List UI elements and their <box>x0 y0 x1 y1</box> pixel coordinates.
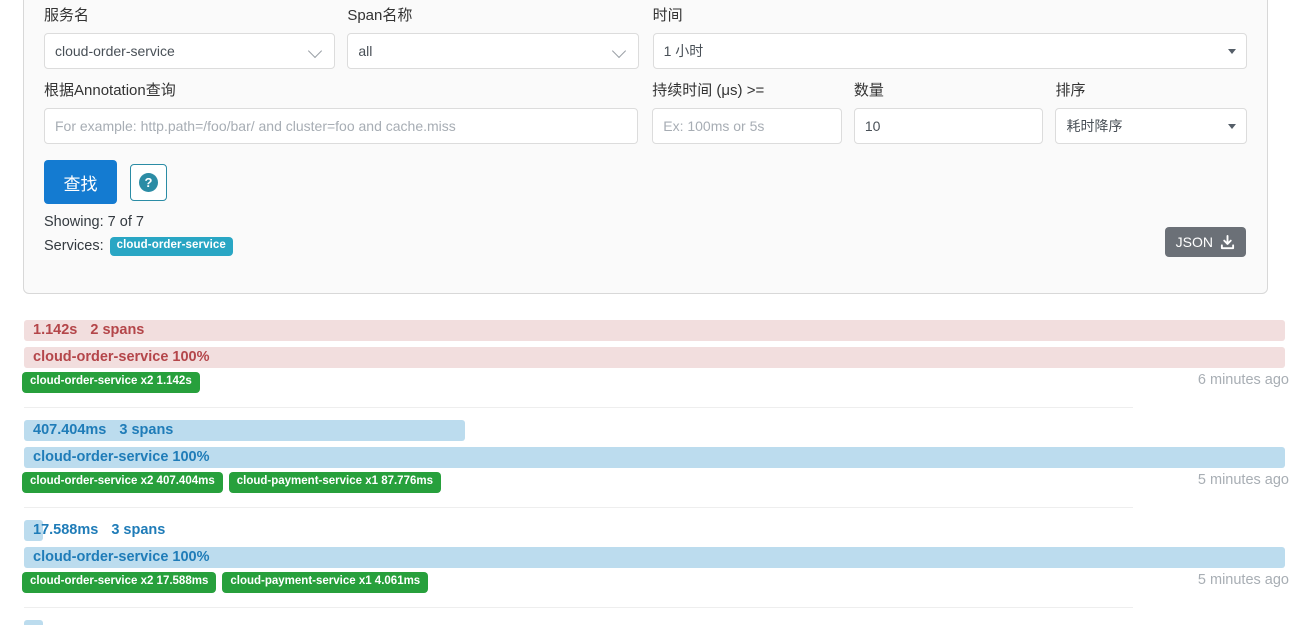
trace-duration-value: 17.588ms <box>33 522 99 538</box>
time-range-label: 时间 <box>652 7 683 24</box>
json-button-label: JSON <box>1175 234 1213 250</box>
trace-results-list: 1.142s 2 spans cloud-order-service 100% clo… <box>0 314 1291 625</box>
service-name-field: 服务名 cloud-order-service <box>44 7 336 69</box>
span-name-value: all <box>358 43 373 59</box>
trace-service-badges: cloud-order-service x2 1.142s <box>22 372 200 393</box>
trace-result-row[interactable] <box>0 614 1291 625</box>
trace-duration-label: 17.588ms 3 spans <box>33 520 165 541</box>
trace-service-badges: cloud-order-service x2 17.588ms cloud-pay… <box>22 572 429 593</box>
trace-service-badge[interactable]: cloud-order-service x2 1.142s <box>22 372 200 393</box>
trace-timestamp: 5 minutes ago <box>1197 472 1289 488</box>
trace-duration-value: 1.142s <box>33 322 78 338</box>
service-name-label: 服务名 <box>44 7 90 24</box>
trace-row-divider <box>24 507 1133 508</box>
trace-timestamp: 6 minutes ago <box>1197 372 1289 388</box>
service-badge[interactable]: cloud-order-service <box>109 237 233 256</box>
time-range-select[interactable]: 1 小时 <box>652 33 1247 69</box>
trace-service-badge[interactable]: cloud-order-service x2 407.404ms <box>22 472 223 493</box>
trace-span-count: 2 spans <box>90 322 145 338</box>
result-limit-label: 数量 <box>853 82 884 99</box>
find-traces-button[interactable]: 查找 <box>44 160 117 204</box>
trace-duration-bar <box>24 620 43 625</box>
result-limit-field: 数量 10 <box>853 82 1044 144</box>
trace-span-count: 3 spans <box>111 522 166 538</box>
question-mark-icon: ? <box>139 172 158 192</box>
services-summary: Services: cloud-order-service <box>44 237 1247 256</box>
json-download-button[interactable]: JSON <box>1164 227 1246 257</box>
trace-result-row[interactable]: 1.142s 2 spans cloud-order-service 100% clo… <box>0 314 1291 414</box>
sort-order-field: 排序 耗时降序 <box>1055 82 1248 144</box>
search-row-primary: 服务名 cloud-order-service Span名称 all 时间 1 … <box>44 7 1247 69</box>
trace-result-row[interactable]: 407.404ms 3 spans cloud-order-service 100%… <box>0 414 1291 514</box>
trace-service-summary: cloud-order-service 100% <box>33 349 210 365</box>
trace-span-count: 3 spans <box>119 422 174 438</box>
trace-row-divider <box>24 407 1133 408</box>
result-limit-value: 10 <box>864 118 881 134</box>
chevron-down-icon <box>308 43 324 59</box>
chevron-down-icon <box>612 43 628 59</box>
search-row-secondary: 根据Annotation查询 For example: http.path=/f… <box>44 82 1248 144</box>
trace-row-divider <box>24 607 1133 608</box>
trace-duration-bar <box>24 320 1285 341</box>
trace-service-badges: cloud-order-service x2 407.404ms cloud-pa… <box>22 472 441 493</box>
showing-count: Showing: 7 of 7 <box>44 214 144 230</box>
service-name-select[interactable]: cloud-order-service <box>44 33 336 69</box>
sort-order-value: 耗时降序 <box>1066 118 1123 134</box>
trace-service-bar <box>24 347 1285 368</box>
trace-duration-value: 407.404ms <box>33 422 107 438</box>
annotation-query-label: 根据Annotation查询 <box>44 82 176 99</box>
trace-service-summary: cloud-order-service 100% <box>33 449 210 465</box>
annotation-query-placeholder: For example: http.path=/foo/bar/ and clu… <box>55 118 456 134</box>
search-form-card: 服务名 cloud-order-service Span名称 all 时间 1 … <box>23 0 1268 294</box>
trace-duration-label: 1.142s 2 spans <box>33 320 144 341</box>
trace-service-bar <box>24 447 1285 468</box>
service-name-value: cloud-order-service <box>55 43 175 59</box>
trace-duration-label: 407.404ms 3 spans <box>33 420 173 441</box>
min-duration-input[interactable]: Ex: 100ms or 5s <box>652 108 842 144</box>
time-range-value: 1 小时 <box>663 43 704 59</box>
min-duration-field: 持续时间 (μs) >= Ex: 100ms or 5s <box>652 82 842 144</box>
result-limit-input[interactable]: 10 <box>853 108 1044 144</box>
zipkin-search-page: 服务名 cloud-order-service Span名称 all 时间 1 … <box>0 0 1291 625</box>
caret-down-icon <box>1228 123 1237 129</box>
trace-result-row[interactable]: 17.588ms 3 spans cloud-order-service 100% c… <box>0 514 1291 614</box>
help-button[interactable]: ? <box>130 163 167 201</box>
sort-order-label: 排序 <box>1055 82 1086 99</box>
services-label: Services: <box>44 238 104 254</box>
min-duration-label: 持续时间 (μs) >= <box>652 82 765 99</box>
span-name-select[interactable]: all <box>347 33 639 69</box>
trace-service-badge[interactable]: cloud-payment-service x1 87.776ms <box>228 472 441 493</box>
time-range-field: 时间 1 小时 <box>652 7 1247 69</box>
sort-order-select[interactable]: 耗时降序 <box>1055 108 1248 144</box>
trace-service-summary: cloud-order-service 100% <box>33 549 210 565</box>
trace-service-bar <box>24 547 1285 568</box>
caret-down-icon <box>1227 48 1236 54</box>
trace-service-badge[interactable]: cloud-payment-service x1 4.061ms <box>222 572 429 593</box>
min-duration-placeholder: Ex: 100ms or 5s <box>663 118 765 134</box>
annotation-query-field: 根据Annotation查询 For example: http.path=/f… <box>44 82 639 144</box>
span-name-field: Span名称 all <box>347 7 639 69</box>
search-actions: 查找 ? <box>44 160 1247 204</box>
download-icon <box>1220 234 1235 249</box>
annotation-query-input[interactable]: For example: http.path=/foo/bar/ and clu… <box>44 108 639 144</box>
trace-service-badge[interactable]: cloud-order-service x2 17.588ms <box>22 572 217 593</box>
span-name-label: Span名称 <box>347 7 413 24</box>
trace-timestamp: 5 minutes ago <box>1197 572 1289 588</box>
